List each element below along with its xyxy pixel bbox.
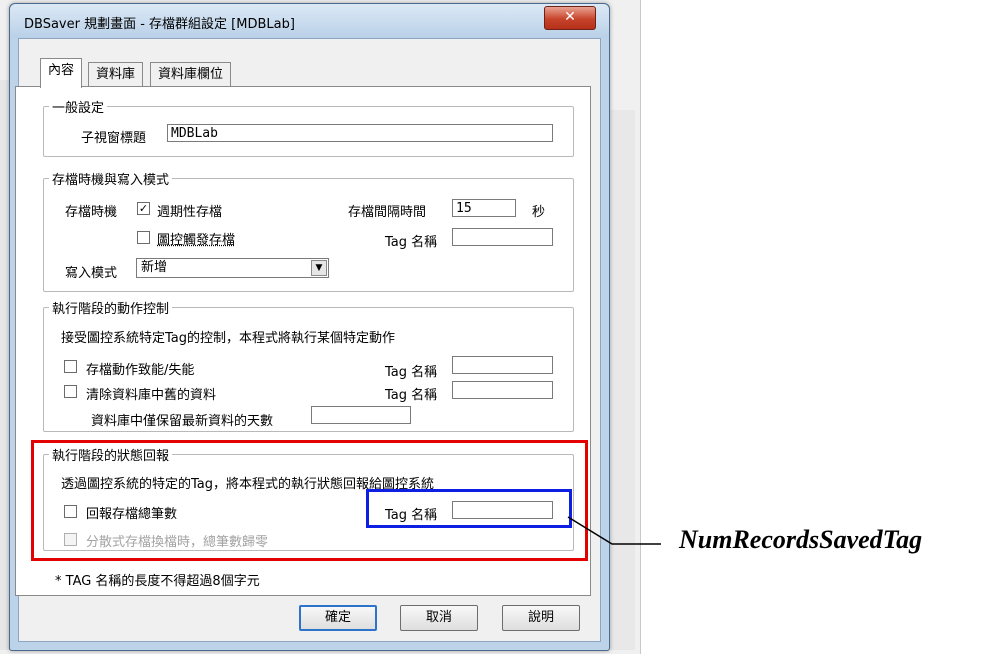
general-settings-legend: 一般設定 <box>52 101 105 116</box>
tab-database[interactable]: 資料庫 <box>88 62 144 87</box>
subtitle-label: 子視窗標題 <box>81 131 147 146</box>
runtime-action-description: 接受圖控系統特定Tag的控制，本程式將執行某個特定動作 <box>61 331 396 346</box>
callout-label: NumRecordsSavedTag <box>679 525 923 554</box>
write-mode-select[interactable]: 新增 ▼ <box>136 258 329 278</box>
tab-database-fields[interactable]: 資料庫欄位 <box>150 62 232 87</box>
write-mode-value: 新增 <box>141 260 168 275</box>
keep-days-label: 資料庫中僅保留最新資料的天數 <box>91 414 274 429</box>
runtime-action-legend: 執行階段的動作控制 <box>52 302 170 317</box>
background-panel-right <box>608 110 635 650</box>
help-button[interactable]: 說明 <box>502 605 580 631</box>
event-save-checkbox[interactable] <box>137 231 150 244</box>
chevron-down-icon[interactable]: ▼ <box>311 260 327 276</box>
clear-old-data-label: 清除資料庫中舊的資料 <box>86 388 217 403</box>
tab-content[interactable]: 內容 <box>40 58 83 88</box>
seconds-unit: 秒 <box>532 205 546 220</box>
save-enable-label: 存檔動作致能/失能 <box>86 363 195 378</box>
callout-line <box>567 516 661 545</box>
keep-days-input[interactable] <box>311 406 411 424</box>
clear-tag-name-label: Tag 名稱 <box>385 388 438 403</box>
periodic-save-checkbox[interactable]: ✓ <box>137 202 150 215</box>
cancel-button[interactable]: 取消 <box>400 605 478 631</box>
save-timing-label: 存檔時機 <box>65 205 118 220</box>
clear-old-data-checkbox[interactable] <box>64 385 77 398</box>
tag-length-note: * TAG 名稱的長度不得超過8個字元 <box>55 574 260 589</box>
periodic-save-label: 週期性存檔 <box>157 205 223 220</box>
tag-highlight-box <box>366 489 572 528</box>
ok-button[interactable]: 確定 <box>299 605 377 631</box>
close-icon: ✕ <box>564 9 576 25</box>
title-bar[interactable]: DBSaver 規劃畫面 - 存檔群組設定 [MDBLab] ✕ <box>10 4 609 38</box>
window-title: DBSaver 規劃畫面 - 存檔群組設定 [MDBLab] <box>24 17 295 32</box>
save-enable-checkbox[interactable] <box>64 360 77 373</box>
timing-tag-name-input[interactable] <box>452 228 553 246</box>
enable-tag-name-label: Tag 名稱 <box>385 365 438 380</box>
write-mode-label: 寫入模式 <box>65 266 118 281</box>
close-button[interactable]: ✕ <box>544 6 596 30</box>
enable-tag-name-input[interactable] <box>452 356 553 374</box>
timing-tag-name-label: Tag 名稱 <box>385 235 438 250</box>
event-save-label: 圖控觸發存檔 <box>157 233 236 248</box>
save-timing-legend: 存檔時機與寫入模式 <box>52 173 170 188</box>
subtitle-input[interactable]: MDBLab <box>167 124 553 142</box>
clear-tag-name-input[interactable] <box>452 381 553 399</box>
save-interval-input[interactable]: 15 <box>452 199 516 217</box>
save-interval-label: 存檔間隔時間 <box>348 205 427 220</box>
